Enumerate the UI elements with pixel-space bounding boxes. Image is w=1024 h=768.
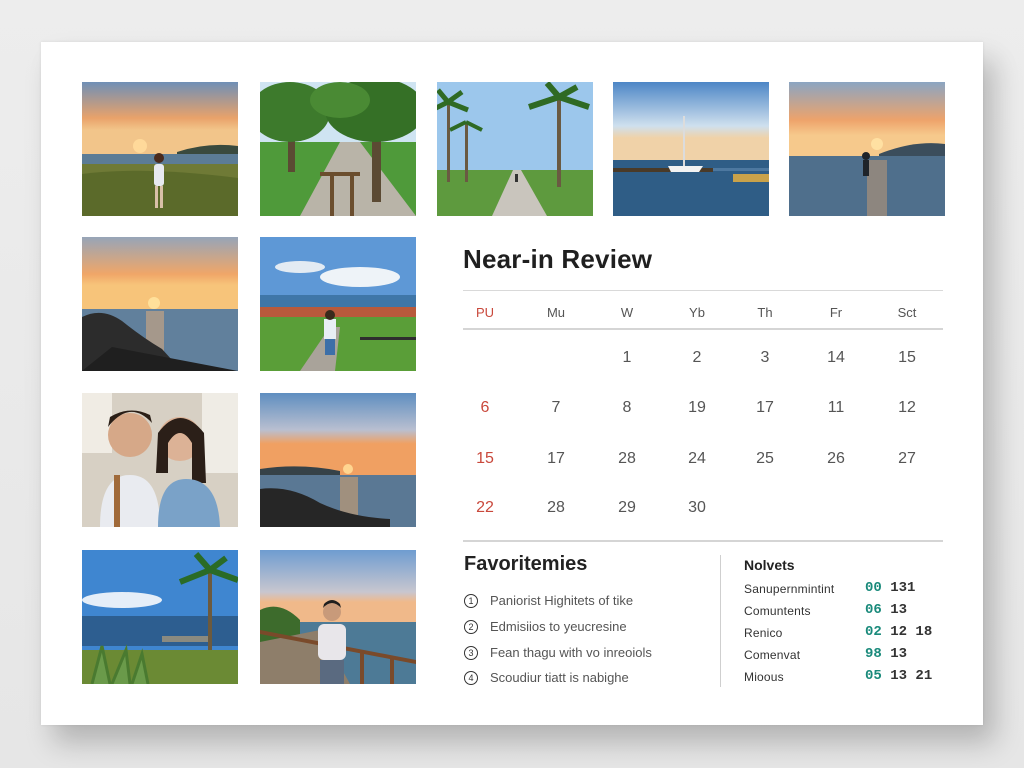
favorite-item[interactable]: 2 Edmisiios to yeucresine <box>464 619 627 634</box>
calendar-day[interactable]: 15 <box>450 450 520 468</box>
favorite-item-text: Edmisiios to yeucresine <box>490 619 627 634</box>
weekday-label: Mu <box>546 305 566 320</box>
review-card: Near-in Review PU Mu W Yb Th Fr Sct 1 2 … <box>41 42 983 725</box>
calendar-top-divider <box>463 290 943 291</box>
coastal-town-walker-photo[interactable] <box>260 237 416 371</box>
novelts-value: 06 13 <box>865 602 907 618</box>
calendar-day[interactable]: 27 <box>872 450 942 468</box>
novelts-value-rest: 12 18 <box>881 624 933 640</box>
sunset-woman-meadow-photo[interactable] <box>82 82 238 216</box>
calendar-day[interactable]: 25 <box>730 450 800 468</box>
favorite-item-text: Fean thagu with vo inreoiols <box>490 645 652 660</box>
calendar-day[interactable]: 1 <box>592 349 662 367</box>
circle-number-icon: 2 <box>464 619 478 634</box>
couple-selfie-photo[interactable] <box>82 393 238 527</box>
novelts-label: Comenvat <box>744 648 801 662</box>
circle-number-icon: 3 <box>464 645 478 660</box>
novelts-label: Mioous <box>744 670 784 684</box>
calendar-day[interactable]: 14 <box>801 349 871 367</box>
sunset-rocky-shore-photo[interactable] <box>82 237 238 371</box>
calendar-day[interactable]: 2 <box>662 349 732 367</box>
calendar-day[interactable]: 29 <box>592 499 662 517</box>
park-trees-path-photo[interactable] <box>260 82 416 216</box>
calendar-day[interactable]: 12 <box>872 399 942 417</box>
novelts-value: 05 13 21 <box>865 668 932 684</box>
sailboat-pier-photo[interactable] <box>613 82 769 216</box>
novelts-value-rest: 13 21 <box>881 668 933 684</box>
novelts-title: Nolvets <box>744 557 795 573</box>
review-title: Near-in Review <box>463 244 653 274</box>
weekday-label: Th <box>757 305 773 320</box>
calendar-day[interactable]: 11 <box>801 399 871 417</box>
novelts-value-rest: 13 <box>881 646 908 662</box>
calendar-bottom-divider <box>463 540 943 542</box>
novelts-value: 00 131 <box>865 580 915 596</box>
favorite-item[interactable]: 1 Paniorist Highitets of tike <box>464 593 633 608</box>
boardwalk-man-photo[interactable] <box>260 550 416 684</box>
palm-coast-agave-photo[interactable] <box>82 550 238 684</box>
calendar-day[interactable]: 26 <box>801 450 871 468</box>
favorite-item-text: Scoudiur tiatt is nabighe <box>490 670 629 685</box>
calendar-day[interactable]: 19 <box>662 399 732 417</box>
weekday-divider <box>463 328 943 330</box>
novelts-value-rest: 131 <box>881 580 916 596</box>
sunset-shore-rocks-photo[interactable] <box>260 393 416 527</box>
calendar-day[interactable]: 28 <box>521 499 591 517</box>
novelts-value-lead: 05 <box>865 668 882 684</box>
calendar-day[interactable]: 30 <box>662 499 732 517</box>
novelts-value: 98 13 <box>865 646 907 662</box>
section-divider <box>720 555 721 687</box>
favorite-item-text: Paniorist Highitets of tike <box>490 593 634 608</box>
novelts-value-lead: 00 <box>865 580 882 596</box>
calendar-day[interactable]: 8 <box>592 399 662 417</box>
novelts-label: Comuntents <box>744 604 811 618</box>
novelts-value-lead: 06 <box>865 602 882 618</box>
favorite-item[interactable]: 3 Fean thagu with vo inreoiols <box>464 645 652 660</box>
weekday-label: Fr <box>829 305 843 320</box>
weekday-label: W <box>620 305 634 320</box>
calendar-day[interactable]: 3 <box>730 349 800 367</box>
calendar-day[interactable]: 15 <box>872 349 942 367</box>
calendar-day[interactable]: 24 <box>662 450 732 468</box>
weekday-label: Sct <box>897 305 917 320</box>
circle-number-icon: 4 <box>464 670 478 685</box>
calendar-day[interactable]: 6 <box>450 399 520 417</box>
weekday-label: PU <box>475 305 495 320</box>
novelts-label: Sanupernmintint <box>744 582 835 596</box>
novelts-value-lead: 98 <box>865 646 882 662</box>
calendar-day[interactable]: 17 <box>730 399 800 417</box>
calendar-day[interactable]: 28 <box>592 450 662 468</box>
novelts-label: Renico <box>744 626 783 640</box>
calendar-day[interactable]: 22 <box>450 499 520 517</box>
palm-promenade-photo[interactable] <box>437 82 593 216</box>
circle-number-icon: 1 <box>464 593 478 608</box>
favorite-item[interactable]: 4 Scoudiur tiatt is nabighe <box>464 670 629 685</box>
calendar-day[interactable]: 7 <box>521 399 591 417</box>
calendar-day[interactable]: 17 <box>521 450 591 468</box>
novelts-value: 02 12 18 <box>865 624 932 640</box>
favorites-title: Favoritemies <box>464 553 588 575</box>
novelts-value-rest: 13 <box>881 602 908 618</box>
weekday-label: Yb <box>689 305 705 320</box>
sunset-wading-photo[interactable] <box>789 82 945 216</box>
novelts-value-lead: 02 <box>865 624 882 640</box>
